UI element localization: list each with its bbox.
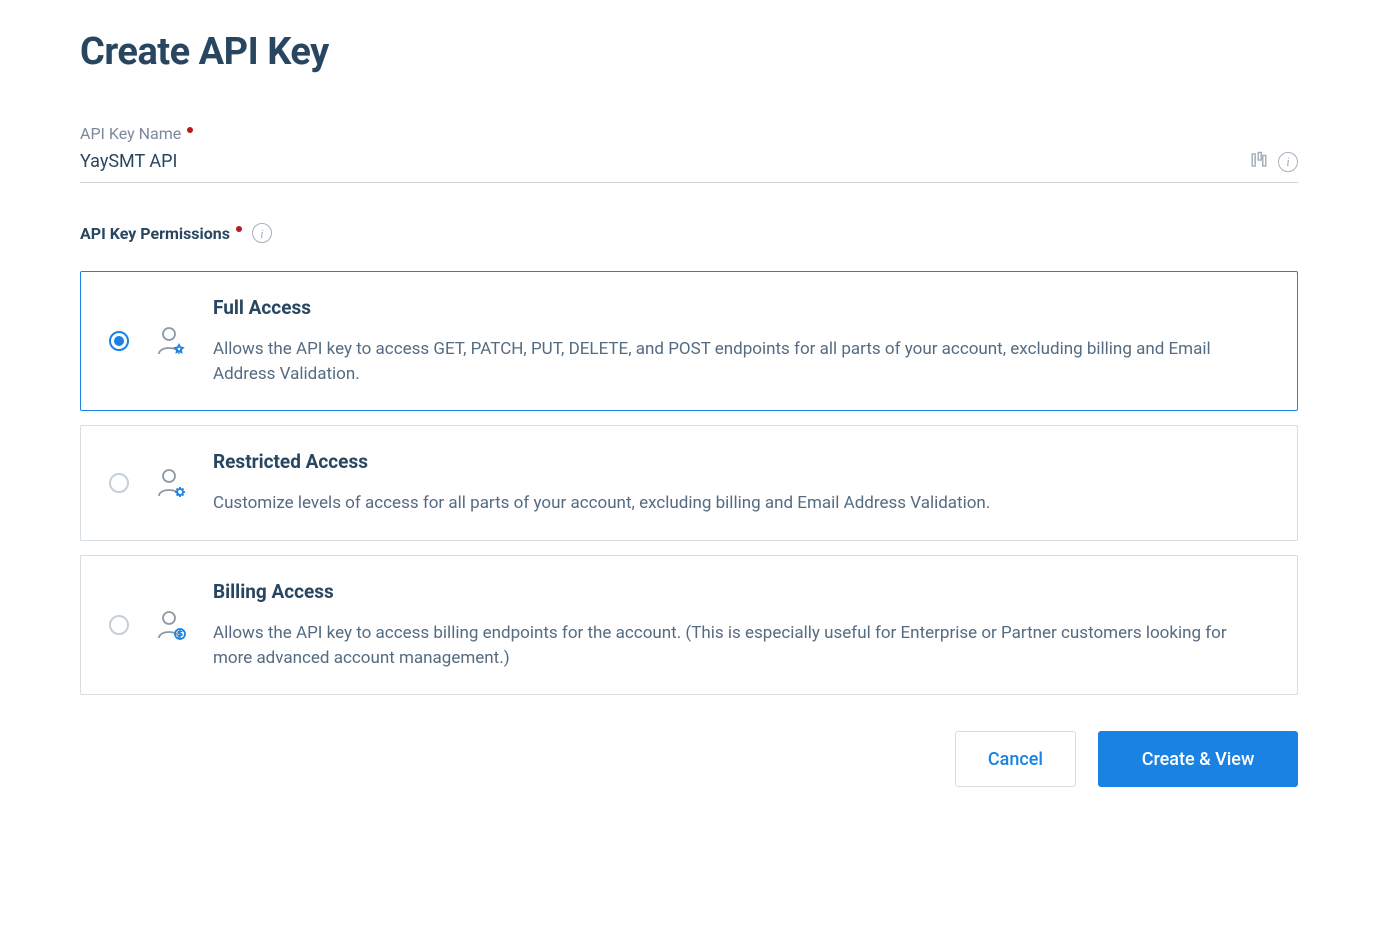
required-dot-icon <box>236 226 242 232</box>
api-key-name-input[interactable] <box>80 147 1250 176</box>
permission-options: Full Access Allows the API key to access… <box>80 271 1298 695</box>
create-and-view-button[interactable]: Create & View <box>1098 731 1298 787</box>
permission-option-restricted-access[interactable]: Restricted Access Customize levels of ac… <box>80 425 1298 541</box>
radio-billing-access[interactable] <box>109 615 129 635</box>
option-title: Billing Access <box>213 580 1269 603</box>
info-icon[interactable]: i <box>252 223 272 243</box>
user-dollar-icon <box>155 609 187 641</box>
option-description: Allows the API key to access GET, PATCH,… <box>213 337 1269 386</box>
permission-option-billing-access[interactable]: Billing Access Allows the API key to acc… <box>80 555 1298 695</box>
user-star-icon <box>155 325 187 357</box>
permission-option-full-access[interactable]: Full Access Allows the API key to access… <box>80 271 1298 411</box>
password-manager-icon[interactable] <box>1250 151 1268 173</box>
radio-restricted-access[interactable] <box>109 473 129 493</box>
info-icon[interactable]: i <box>1278 152 1298 172</box>
user-gear-icon <box>155 467 187 499</box>
api-key-name-field-group: API Key Name i <box>80 124 1298 183</box>
option-description: Allows the API key to access billing end… <box>213 621 1269 670</box>
radio-full-access[interactable] <box>109 331 129 351</box>
cancel-button[interactable]: Cancel <box>955 731 1076 787</box>
option-title: Restricted Access <box>213 450 1269 473</box>
api-key-name-label: API Key Name <box>80 124 193 143</box>
page-title: Create API Key <box>80 30 1298 74</box>
required-dot-icon <box>187 127 193 133</box>
button-row: Cancel Create & View <box>80 731 1298 787</box>
option-description: Customize levels of access for all parts… <box>213 491 1269 516</box>
permissions-section-header: API Key Permissions i <box>80 223 1298 243</box>
option-title: Full Access <box>213 296 1269 319</box>
